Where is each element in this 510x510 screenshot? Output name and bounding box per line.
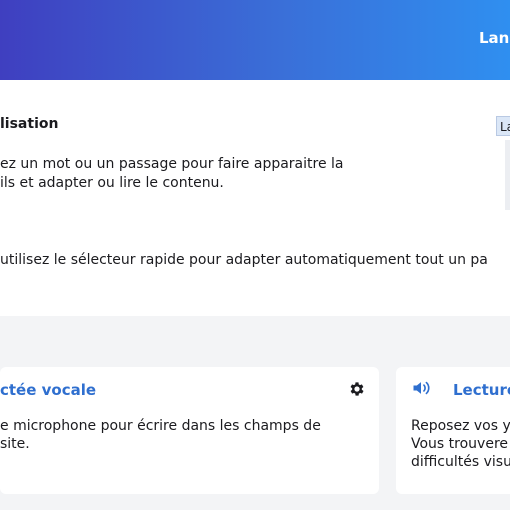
card-description-line: Reposez vos y [411, 418, 510, 434]
gear-icon[interactable] [348, 380, 366, 398]
card-description-line: difficultés visu [411, 454, 510, 470]
personalisation-panel: lisation La ez un mot ou un passage pour… [0, 80, 510, 316]
panel-description: ez un mot ou un passage pour faire appar… [0, 155, 380, 193]
card-description: Reposez vos y Vous trouvere difficultés … [411, 417, 510, 471]
panel-hint: utilisez le sélecteur rapide pour adapte… [0, 252, 488, 268]
top-banner: Lang [0, 0, 510, 80]
panel-title: lisation [0, 116, 59, 132]
card-description-line: Vous trouvere [411, 436, 509, 452]
language-selector[interactable]: La [496, 116, 510, 136]
side-panel-edge [505, 140, 510, 210]
language-menu-link[interactable]: Lang [479, 29, 510, 47]
card-title: ctée vocale [0, 381, 97, 399]
card-description: e microphone pour écrire dans les champs… [0, 417, 321, 453]
card-title: Lecture [453, 381, 510, 399]
voice-dictation-card[interactable]: ctée vocale e microphone pour écrire dan… [0, 367, 379, 494]
card-description-line: e microphone pour écrire dans les champs… [0, 418, 321, 434]
panel-description-line: ez un mot ou un passage pour faire appar… [0, 156, 344, 172]
speaker-icon [413, 381, 430, 395]
reading-card[interactable]: Lecture Reposez vos y Vous trouvere diff… [396, 367, 510, 494]
card-description-line: site. [0, 436, 30, 452]
panel-description-line: ils et adapter ou lire le contenu. [0, 175, 224, 191]
